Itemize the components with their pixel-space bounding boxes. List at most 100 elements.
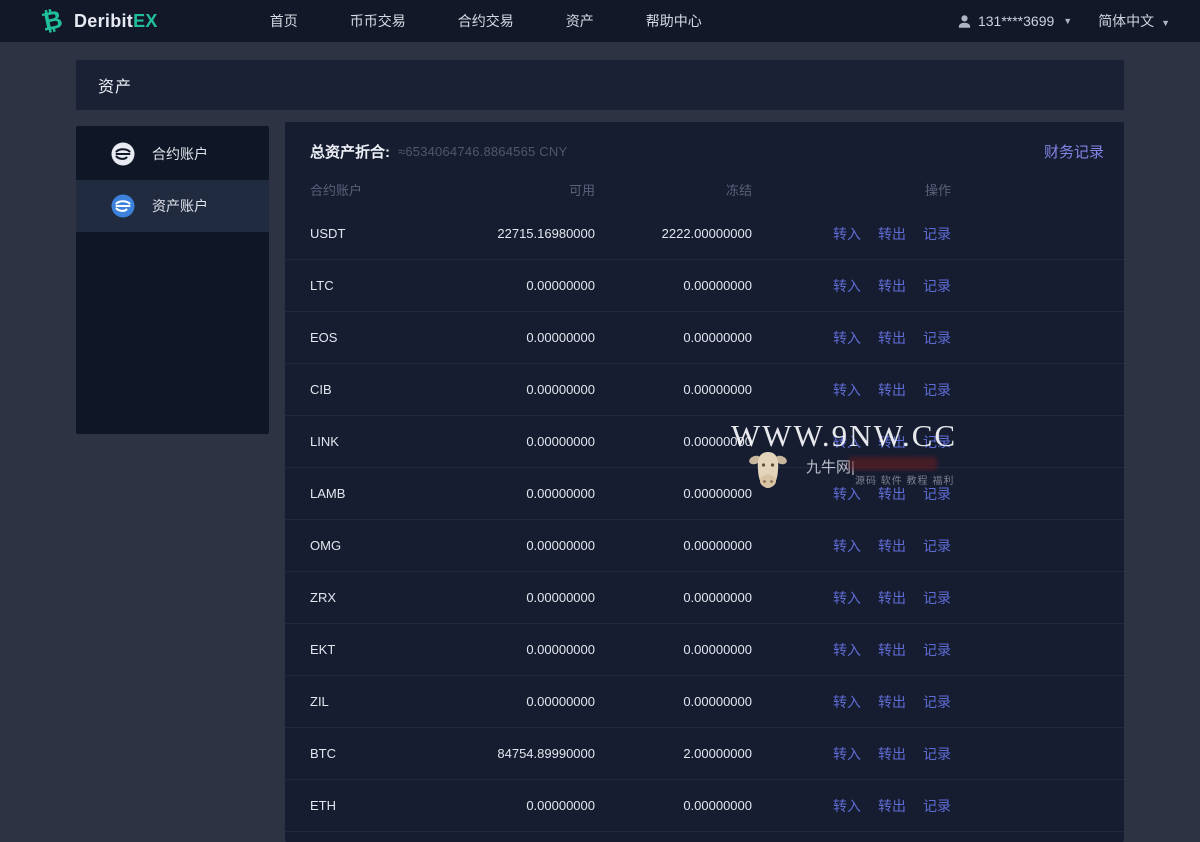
transfer-in-link[interactable]: 转入 xyxy=(833,484,861,504)
sidebar-item-label: 资产账户 xyxy=(152,196,208,216)
transfer-out-link[interactable]: 转出 xyxy=(878,692,906,712)
table-row: EOS 0.00000000 0.00000000 转入 转出 记录 xyxy=(285,312,1124,364)
bitcoin-d-logo-icon: ₿ xyxy=(35,4,68,37)
navbar-right: 131****3699 ▼ 简体中文 ▼ xyxy=(957,11,1170,31)
table-row: LTC 0.00000000 0.00000000 转入 转出 记录 xyxy=(285,260,1124,312)
table-row: ETH 0.00000000 0.00000000 转入 转出 记录 xyxy=(285,780,1124,832)
coin-name: LAMB xyxy=(310,486,445,501)
frozen-amount: 0.00000000 xyxy=(595,642,752,657)
transfer-in-link[interactable]: 转入 xyxy=(833,536,861,556)
transfer-out-link[interactable]: 转出 xyxy=(878,640,906,660)
financial-records-link[interactable]: 财务记录 xyxy=(1044,141,1104,162)
records-link[interactable]: 记录 xyxy=(923,380,951,400)
frozen-amount: 0.00000000 xyxy=(595,486,752,501)
frozen-amount: 2.00000000 xyxy=(595,746,752,761)
transfer-out-link[interactable]: 转出 xyxy=(878,328,906,348)
records-link[interactable]: 记录 xyxy=(923,432,951,452)
coin-name: ZIL xyxy=(310,694,445,709)
nav-item-home[interactable]: 首页 xyxy=(270,11,298,31)
nav-item-contract-trade[interactable]: 合约交易 xyxy=(458,11,514,31)
sidebar-item-label: 合约账户 xyxy=(152,144,208,164)
sidebar-item-contract-account[interactable]: 合约账户 xyxy=(76,128,269,180)
page-banner: 资产 xyxy=(76,60,1124,110)
records-link[interactable]: 记录 xyxy=(923,796,951,816)
records-link[interactable]: 记录 xyxy=(923,328,951,348)
row-actions: 转入 转出 记录 xyxy=(833,380,951,400)
records-link[interactable]: 记录 xyxy=(923,744,951,764)
sidebar: 合约账户 资产账户 xyxy=(76,126,269,434)
assets-panel: 总资产折合: ≈6534064746.8864565 CNY 财务记录 合约账户… xyxy=(285,122,1124,842)
transfer-out-link[interactable]: 转出 xyxy=(878,380,906,400)
assets-summary: 总资产折合: ≈6534064746.8864565 CNY 财务记录 xyxy=(285,122,1124,170)
coin-name: EOS xyxy=(310,330,445,345)
table-row: ZIL 0.00000000 0.00000000 转入 转出 记录 xyxy=(285,676,1124,728)
available-amount: 0.00000000 xyxy=(445,486,595,501)
header-available: 可用 xyxy=(445,180,595,199)
transfer-out-link[interactable]: 转出 xyxy=(878,796,906,816)
nav-item-help-center[interactable]: 帮助中心 xyxy=(646,11,702,31)
transfer-out-link[interactable]: 转出 xyxy=(878,536,906,556)
navbar: ₿ DeribitEX 首页 币币交易 合约交易 资产 帮助中心 131****… xyxy=(0,0,1200,42)
transfer-in-link[interactable]: 转入 xyxy=(833,276,861,296)
records-link[interactable]: 记录 xyxy=(923,692,951,712)
records-link[interactable]: 记录 xyxy=(923,276,951,296)
user-menu[interactable]: 131****3699 ▼ xyxy=(957,13,1072,29)
row-actions: 转入 转出 记录 xyxy=(833,432,951,452)
user-phone: 131****3699 xyxy=(978,13,1054,29)
brand-name-suffix: EX xyxy=(133,11,158,31)
table-row: LAMB 0.00000000 0.00000000 转入 转出 记录 xyxy=(285,468,1124,520)
transfer-out-link[interactable]: 转出 xyxy=(878,744,906,764)
transfer-in-link[interactable]: 转入 xyxy=(833,588,861,608)
language-label: 简体中文 xyxy=(1098,13,1154,29)
transfer-in-link[interactable]: 转入 xyxy=(833,328,861,348)
available-amount: 0.00000000 xyxy=(445,434,595,449)
wallet-circle-icon xyxy=(110,193,136,219)
transfer-out-link[interactable]: 转出 xyxy=(878,276,906,296)
nav-item-spot-trade[interactable]: 币币交易 xyxy=(350,11,406,31)
row-actions: 转入 转出 记录 xyxy=(833,536,951,556)
table-row: LINK 0.00000000 0.00000000 转入 转出 记录 xyxy=(285,416,1124,468)
row-actions: 转入 转出 记录 xyxy=(833,328,951,348)
transfer-in-link[interactable]: 转入 xyxy=(833,640,861,660)
available-amount: 0.00000000 xyxy=(445,278,595,293)
sidebar-item-asset-account[interactable]: 资产账户 xyxy=(76,180,269,232)
transfer-in-link[interactable]: 转入 xyxy=(833,224,861,244)
available-amount: 84754.89990000 xyxy=(445,746,595,761)
chevron-down-icon: ▼ xyxy=(1161,18,1170,28)
brand-logo[interactable]: ₿ DeribitEX xyxy=(38,7,158,35)
frozen-amount: 0.00000000 xyxy=(595,330,752,345)
transfer-in-link[interactable]: 转入 xyxy=(833,432,861,452)
row-actions: 转入 转出 记录 xyxy=(833,588,951,608)
table-row: OMG 0.00000000 0.00000000 转入 转出 记录 xyxy=(285,520,1124,572)
records-link[interactable]: 记录 xyxy=(923,224,951,244)
language-selector[interactable]: 简体中文 ▼ xyxy=(1098,11,1170,31)
row-actions: 转入 转出 记录 xyxy=(833,640,951,660)
transfer-in-link[interactable]: 转入 xyxy=(833,692,861,712)
frozen-amount: 0.00000000 xyxy=(595,694,752,709)
transfer-in-link[interactable]: 转入 xyxy=(833,796,861,816)
transfer-out-link[interactable]: 转出 xyxy=(878,588,906,608)
coin-name: CIB xyxy=(310,382,445,397)
transfer-in-link[interactable]: 转入 xyxy=(833,744,861,764)
table-row: ZRX 0.00000000 0.00000000 转入 转出 记录 xyxy=(285,572,1124,624)
records-link[interactable]: 记录 xyxy=(923,536,951,556)
table-row: BTC 84754.89990000 2.00000000 转入 转出 记录 xyxy=(285,728,1124,780)
records-link[interactable]: 记录 xyxy=(923,640,951,660)
row-actions: 转入 转出 记录 xyxy=(833,484,951,504)
records-link[interactable]: 记录 xyxy=(923,588,951,608)
coin-name: OMG xyxy=(310,538,445,553)
available-amount: 0.00000000 xyxy=(445,798,595,813)
frozen-amount: 0.00000000 xyxy=(595,798,752,813)
nav-item-assets[interactable]: 资产 xyxy=(566,11,594,31)
transfer-out-link[interactable]: 转出 xyxy=(878,432,906,452)
records-link[interactable]: 记录 xyxy=(923,484,951,504)
frozen-amount: 0.00000000 xyxy=(595,278,752,293)
frozen-amount: 0.00000000 xyxy=(595,590,752,605)
available-amount: 0.00000000 xyxy=(445,590,595,605)
coin-name: LTC xyxy=(310,278,445,293)
row-actions: 转入 转出 记录 xyxy=(833,692,951,712)
transfer-out-link[interactable]: 转出 xyxy=(878,484,906,504)
transfer-in-link[interactable]: 转入 xyxy=(833,380,861,400)
transfer-out-link[interactable]: 转出 xyxy=(878,224,906,244)
available-amount: 22715.16980000 xyxy=(445,226,595,241)
